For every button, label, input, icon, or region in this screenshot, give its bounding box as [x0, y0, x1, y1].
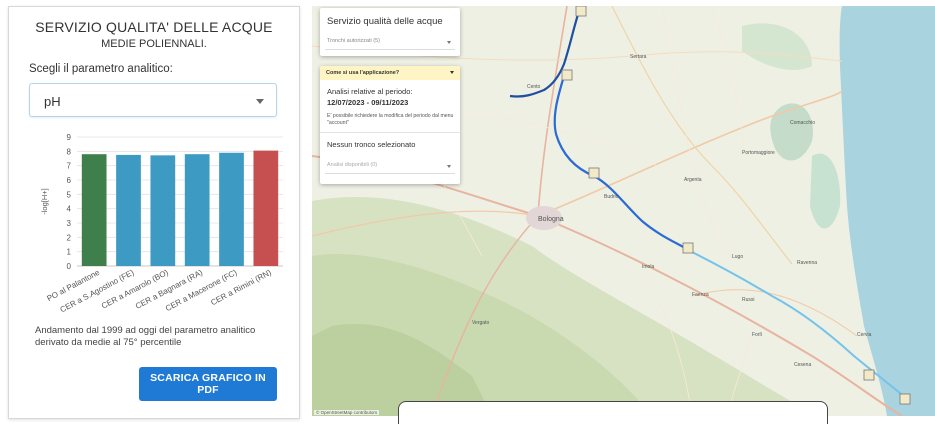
bar-chart: 0123456789-log[H+]PO al PalantoneCER a S…	[40, 133, 283, 314]
tronchi-select-value: Tronchi autorizzati (5)	[327, 38, 380, 44]
y-tick-label: 8	[67, 147, 72, 156]
info-card: Come si usa l'applicazione? Analisi rela…	[320, 66, 460, 184]
station-marker-2[interactable]	[561, 69, 573, 81]
help-label: Come si usa l'applicazione?	[326, 70, 400, 76]
period-label: Analisi relative al periodo:	[327, 87, 413, 96]
map-side-panel: Servizio qualità delle acque Tronchi aut…	[320, 8, 460, 184]
chevron-down-icon	[450, 71, 454, 74]
station-marker-1[interactable]	[575, 6, 587, 17]
y-tick-label: 4	[67, 205, 72, 214]
place-label: Cento	[527, 84, 541, 90]
bar	[253, 150, 279, 266]
bar	[81, 154, 107, 266]
place-label: Cervia	[857, 332, 872, 338]
y-tick-label: 0	[67, 262, 72, 271]
panel-title: SERVIZIO QUALITA' DELLE ACQUE	[35, 19, 273, 35]
x-tick-label: CER a Rimini (RN)	[209, 268, 273, 308]
map-view[interactable]: Bologna Sertara Ravenna Lugo Imola Faenza Forl…	[312, 6, 935, 416]
download-pdf-button[interactable]: SCARICA GRAFICO IN PDF	[139, 367, 277, 401]
bar	[219, 152, 244, 266]
y-tick-label: 9	[67, 133, 72, 142]
y-axis-label: -log[H+]	[40, 188, 49, 214]
analisi-select-value: Analisi disponibili (0)	[327, 162, 378, 168]
place-label: Russi	[742, 297, 755, 303]
station-marker-5[interactable]	[863, 369, 875, 381]
chevron-down-icon	[447, 41, 451, 44]
place-label: Faenza	[692, 292, 709, 298]
tronchi-select[interactable]: Tronchi autorizzati (5)	[325, 34, 455, 50]
place-label: Argenta	[684, 177, 702, 183]
place-label: Forlì	[752, 332, 763, 338]
analisi-select[interactable]: Analisi disponibili (0)	[325, 158, 455, 174]
y-tick-label: 6	[67, 176, 72, 185]
divider	[320, 132, 460, 133]
place-label: Bologna	[538, 216, 564, 223]
place-label: Comacchio	[790, 120, 815, 126]
left-panel: SERVIZIO QUALITA' DELLE ACQUE MEDIE POLI…	[8, 6, 300, 419]
no-section-text: Nessun tronco selezionato	[327, 140, 416, 149]
place-label: Sertara	[630, 54, 647, 60]
place-label: Imola	[642, 264, 654, 270]
parameter-label: Scegli il parametro analitico:	[29, 63, 173, 75]
y-tick-label: 7	[67, 162, 72, 171]
parameter-select-value: pH	[44, 94, 61, 109]
help-toggle[interactable]: Come si usa l'applicazione?	[320, 66, 460, 80]
y-tick-label: 3	[67, 219, 72, 228]
place-label: Vergato	[472, 320, 489, 326]
station-marker-3[interactable]	[588, 167, 600, 179]
period-note: E' possibile richiedere la modifica del …	[327, 113, 454, 126]
chart-caption: Andamento dal 1999 ad oggi del parametro…	[35, 325, 256, 348]
parameter-select[interactable]: pH	[29, 83, 277, 117]
y-tick-label: 5	[67, 190, 72, 199]
bar	[150, 155, 176, 266]
station-marker-4[interactable]	[682, 242, 694, 254]
y-tick-label: 1	[67, 248, 72, 257]
bar	[184, 154, 210, 266]
bar	[116, 154, 141, 266]
place-label: Budrio	[604, 194, 619, 200]
y-tick-label: 2	[67, 233, 72, 242]
place-label: Portomaggiore	[742, 150, 775, 156]
service-title: Servizio qualità delle acque	[327, 16, 443, 27]
chevron-down-icon	[256, 99, 264, 104]
panel-subtitle: MEDIE POLIENNALI.	[101, 38, 207, 50]
chevron-down-icon	[447, 165, 451, 168]
place-label: Cesena	[794, 362, 811, 368]
place-label: Ravenna	[797, 260, 817, 266]
map-attribution[interactable]: © OpenStreetMap contributors	[314, 410, 380, 415]
place-label: Lugo	[732, 254, 743, 260]
bottom-overlay-box	[398, 401, 828, 424]
service-card: Servizio qualità delle acque Tronchi aut…	[320, 8, 460, 56]
station-marker-6[interactable]	[899, 393, 911, 405]
period-value: 12/07/2023 - 09/11/2023	[327, 98, 409, 107]
